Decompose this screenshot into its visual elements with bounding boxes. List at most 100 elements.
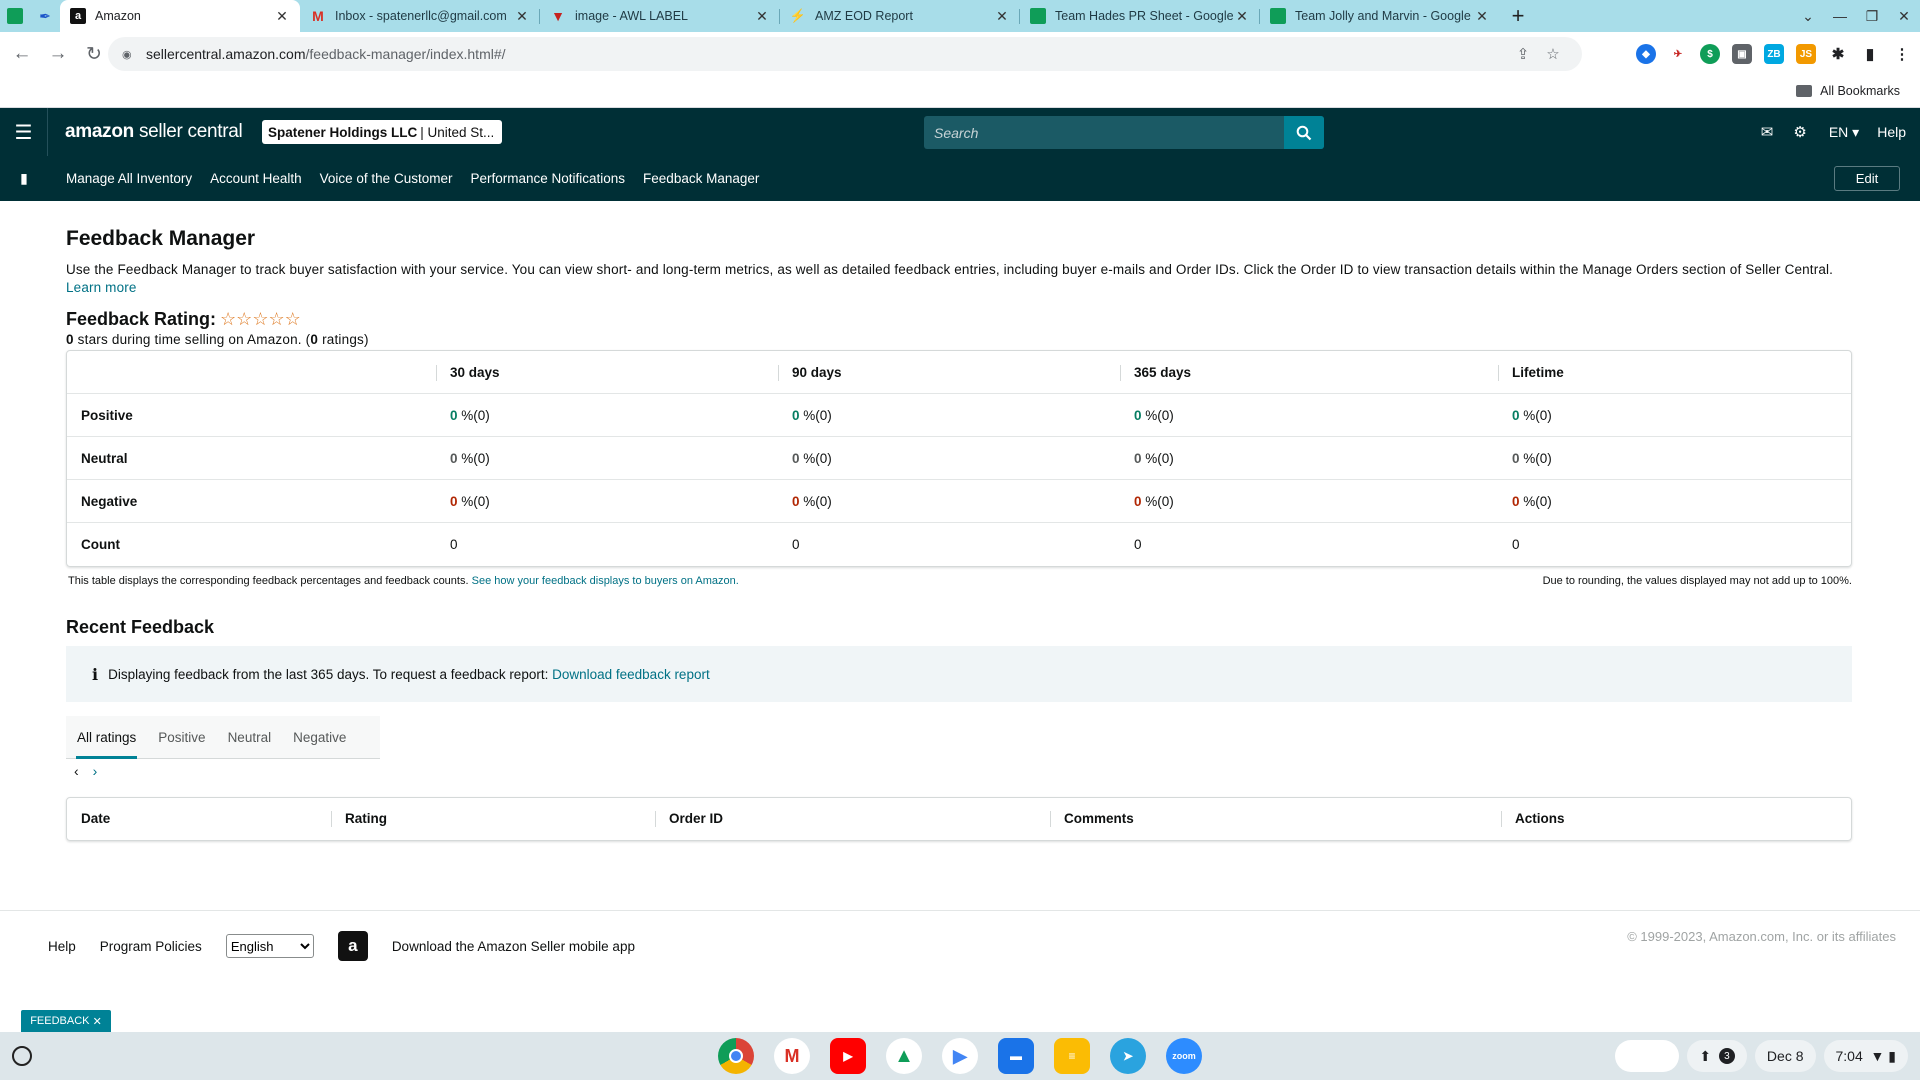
tab-positive[interactable]: Positive	[158, 716, 205, 759]
help-link[interactable]: Help	[1877, 124, 1906, 140]
close-tab-icon[interactable]: ✕	[514, 8, 530, 25]
browser-tab-eod-report[interactable]: ⚡ AMZ EOD Report ✕	[780, 0, 1020, 32]
bookmark-star-icon[interactable]: ☆	[1538, 45, 1568, 63]
amazon-app-icon[interactable]: a	[337, 931, 368, 961]
program-policies-link[interactable]: Program Policies	[100, 939, 202, 954]
download-feedback-report-link[interactable]: Download feedback report	[552, 667, 710, 682]
pinned-tab-extension[interactable]: ✒	[30, 0, 60, 32]
search-button[interactable]	[1284, 116, 1324, 149]
bookmark-icon[interactable]: ▮	[0, 170, 48, 187]
zoom-app-icon[interactable]: zoom	[1166, 1038, 1202, 1074]
neutral-value: 0	[1134, 450, 1142, 466]
nav-performance-notifications[interactable]: Performance Notifications	[470, 171, 625, 186]
download-app-link[interactable]: Download the Amazon Seller mobile app	[392, 939, 635, 954]
pinned-tab-sheets[interactable]	[0, 0, 30, 32]
header-right-actions: ✉ ⚙ EN ▾ Help	[1751, 108, 1920, 156]
side-panel-icon[interactable]: ▮	[1860, 44, 1880, 64]
table-row-negative: Negative 0 %(0) 0 %(0) 0 %(0) 0 %(0)	[67, 480, 1851, 523]
account-name: Spatener Holdings LLC	[268, 124, 418, 140]
extension-6-icon[interactable]: JS	[1796, 44, 1816, 64]
main-content: Feedback Manager Use the Feedback Manage…	[66, 201, 1854, 841]
forward-icon[interactable]: →	[44, 43, 72, 65]
account-switcher[interactable]: Spatener Holdings LLC | United St...	[262, 120, 502, 144]
nav-feedback-manager[interactable]: Feedback Manager	[643, 171, 759, 186]
reload-icon[interactable]: ↻	[80, 43, 108, 66]
address-bar[interactable]: ◉ sellercentral.amazon.com/feedback-mana…	[108, 37, 1582, 71]
extension-5-icon[interactable]: ZB	[1764, 44, 1784, 64]
search-input[interactable]	[924, 116, 1284, 149]
tab-neutral[interactable]: Neutral	[228, 716, 272, 759]
chrome-app-icon[interactable]	[718, 1038, 754, 1074]
extension-4-icon[interactable]: ▣	[1732, 44, 1752, 64]
back-icon[interactable]: ←	[8, 43, 36, 65]
close-tab-icon[interactable]: ✕	[994, 8, 1010, 25]
table-row-positive: Positive 0 %(0) 0 %(0) 0 %(0) 0 %(0)	[67, 394, 1851, 437]
date-pill[interactable]: Dec 8	[1754, 1040, 1816, 1072]
footer-links: Help Program Policies English a Download…	[48, 931, 659, 961]
edit-nav-button[interactable]: Edit	[1834, 166, 1900, 191]
footer-help-link[interactable]: Help	[48, 939, 76, 954]
count-value: 0	[1512, 537, 1520, 552]
telegram-app-icon[interactable]: ➤	[1110, 1038, 1146, 1074]
star-empty-icon: ☆	[220, 309, 237, 329]
menu-hamburger-icon[interactable]: ☰	[0, 108, 48, 156]
drive-app-icon[interactable]: ▲	[886, 1038, 922, 1074]
browser-tab-awl-label[interactable]: ▼ image - AWL LABEL ✕	[540, 0, 780, 32]
feedback-chip[interactable]: FEEDBACK ✕	[21, 1010, 111, 1032]
restore-icon[interactable]: ❐	[1856, 8, 1888, 25]
nav-manage-all-inventory[interactable]: Manage All Inventory	[66, 171, 192, 186]
status-pill[interactable]: 7:04 ▼ ▮	[1823, 1040, 1908, 1072]
gmail-app-icon[interactable]: M	[774, 1038, 810, 1074]
browser-tab-gmail[interactable]: M Inbox - spatenerllc@gmail.com ✕	[300, 0, 540, 32]
logo-product: seller central	[138, 121, 243, 142]
extension-3-icon[interactable]: $	[1700, 44, 1720, 64]
new-tab-button[interactable]: +	[1500, 0, 1536, 32]
language-selector[interactable]: EN ▾	[1829, 124, 1859, 141]
language-select[interactable]: English	[225, 934, 314, 958]
learn-more-link[interactable]: Learn more	[66, 280, 137, 295]
minimize-icon[interactable]: —	[1824, 8, 1856, 24]
browser-tab-amazon[interactable]: a Amazon ✕	[60, 0, 300, 32]
site-info-icon[interactable]: ◉	[122, 48, 138, 61]
tab-negative[interactable]: Negative	[293, 716, 346, 759]
close-tab-icon[interactable]: ✕	[274, 8, 290, 25]
extension-1-icon[interactable]: ◆	[1636, 44, 1656, 64]
url-text[interactable]: sellercentral.amazon.com/feedback-manage…	[146, 46, 1508, 62]
positive-value: 0	[450, 407, 458, 423]
gear-icon[interactable]: ⚙	[1793, 123, 1806, 141]
browser-menu-icon[interactable]: ⋮	[1892, 44, 1912, 64]
notes-app-icon[interactable]: ≡	[1054, 1038, 1090, 1074]
browser-tab-hades-sheet[interactable]: Team Hades PR Sheet - Google ✕	[1020, 0, 1260, 32]
all-bookmarks-button[interactable]: All Bookmarks	[1796, 84, 1900, 98]
page-title: Feedback Manager	[66, 227, 256, 250]
youtube-app-icon[interactable]: ▶	[830, 1038, 866, 1074]
share-icon[interactable]: ⇪	[1508, 45, 1538, 63]
extension-2-icon[interactable]: ✈	[1668, 44, 1688, 64]
nav-voice-of-customer[interactable]: Voice of the Customer	[320, 171, 453, 186]
extensions-puzzle-icon[interactable]: ✱	[1828, 44, 1848, 64]
tab-all-ratings[interactable]: All ratings	[75, 716, 138, 759]
tab-search-icon[interactable]: ⌄	[1792, 8, 1824, 25]
chevron-left-icon[interactable]: ‹	[74, 763, 79, 779]
close-tab-icon[interactable]: ✕	[1474, 8, 1490, 25]
nav-account-health[interactable]: Account Health	[210, 171, 302, 186]
close-icon[interactable]: ✕	[93, 1015, 102, 1028]
browser-tab-jolly-sheet[interactable]: Team Jolly and Marvin - Google ✕	[1260, 0, 1500, 32]
play-store-app-icon[interactable]: ▶	[942, 1038, 978, 1074]
close-tab-icon[interactable]: ✕	[754, 8, 770, 25]
chevron-right-icon[interactable]: ›	[93, 763, 98, 779]
mail-icon[interactable]: ✉	[1761, 123, 1774, 141]
see-feedback-display-link[interactable]: See how your feedback displays to buyers…	[472, 575, 739, 587]
notifications-pill[interactable]: ⬆ 3	[1687, 1040, 1747, 1072]
row-label: Neutral	[67, 437, 436, 480]
feedback-rating: Feedback Rating: ☆☆☆☆☆	[66, 309, 1854, 330]
all-bookmarks-label: All Bookmarks	[1820, 84, 1900, 98]
files-app-icon[interactable]: ▬	[998, 1038, 1034, 1074]
launcher-icon[interactable]	[12, 1046, 32, 1066]
date-text: Dec 8	[1766, 1048, 1804, 1064]
neutral-value: 0	[792, 450, 800, 466]
close-tab-icon[interactable]: ✕	[1234, 8, 1250, 25]
close-window-icon[interactable]: ✕	[1888, 8, 1920, 25]
tote-widget[interactable]	[1615, 1040, 1680, 1072]
seller-central-logo[interactable]: amazon seller central	[65, 121, 243, 143]
